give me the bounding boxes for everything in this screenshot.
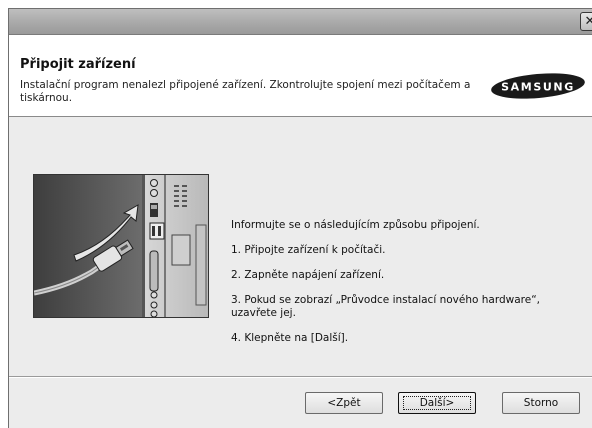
instructions-intro: Informujte se o následujícím způsobu při… [231, 219, 480, 231]
connection-instructions: Informujte se o následujícím způsobu při… [231, 219, 571, 357]
close-button[interactable]: ✕ [580, 12, 592, 31]
dialog-header: Připojit zařízení Instalační program nen… [9, 35, 592, 117]
cancel-button-label: Storno [523, 397, 559, 409]
page-description: Instalační program nenalezl připojené za… [20, 79, 471, 104]
title-bar[interactable]: ✕ [9, 9, 592, 35]
instruction-step: 4. Klepněte na [Další]. [231, 332, 349, 344]
back-button[interactable]: <Zpět [305, 392, 383, 414]
close-icon: ✕ [584, 14, 592, 29]
footer-divider [9, 376, 592, 378]
svg-text:SAMSUNG: SAMSUNG [501, 81, 575, 94]
page-title: Připojit zařízení [20, 57, 136, 72]
back-button-label: <Zpět [327, 397, 361, 409]
next-button[interactable]: Další> [398, 392, 476, 414]
instruction-step: 1. Připojte zařízení k počítači. [231, 244, 386, 256]
usb-cable-icon [34, 175, 208, 317]
samsung-logo: SAMSUNG [490, 72, 586, 100]
dialog-content: Informujte se o následujícím způsobu při… [9, 117, 592, 379]
cancel-button[interactable]: Storno [502, 392, 580, 414]
instruction-step: 2. Zapněte napájení zařízení. [231, 269, 385, 281]
next-button-label: Další> [419, 397, 455, 409]
usb-connection-illustration [33, 174, 209, 318]
instruction-step: 3. Pokud se zobrazí „Průvodce instalací … [231, 294, 540, 319]
installer-dialog: ✕ Připojit zařízení Instalační program n… [8, 8, 592, 428]
